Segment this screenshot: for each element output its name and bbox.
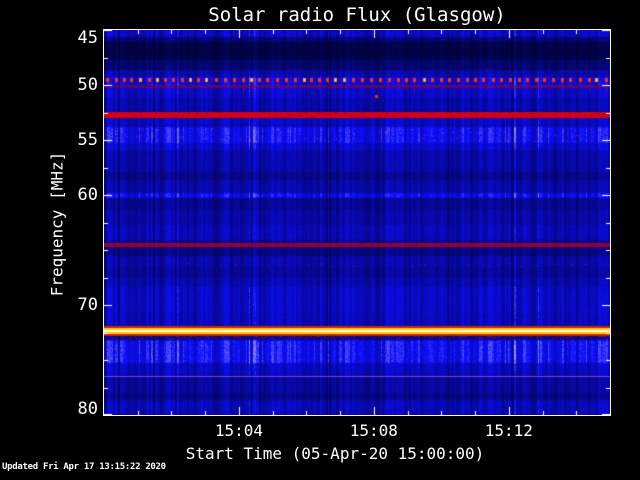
y-tick-label: 45 <box>77 28 98 48</box>
y-tick-label: 55 <box>77 130 98 150</box>
y-tick-label: 60 <box>77 185 98 205</box>
plot-title: Solar radio Flux (Glasgow) <box>208 4 506 26</box>
y-axis-title: Frequency [MHz] <box>47 151 67 297</box>
x-tick-label: 15:04 <box>214 421 263 440</box>
y-tick-label: 80 <box>77 399 98 419</box>
spectrogram-canvas <box>104 30 610 415</box>
updated-timestamp: Updated Fri Apr 17 13:15:22 2020 <box>2 462 166 472</box>
plot-area <box>103 29 611 416</box>
y-tick-label: 50 <box>77 75 98 95</box>
y-tick-label: 70 <box>77 295 98 315</box>
x-tick-label: 15:12 <box>484 421 533 440</box>
x-tick-label: 15:08 <box>349 421 398 440</box>
solar-radio-spectrogram-page: Solar radio Flux (Glasgow) Frequency [MH… <box>0 0 640 480</box>
x-axis-title: Start Time (05-Apr-20 15:00:00) <box>185 444 485 463</box>
